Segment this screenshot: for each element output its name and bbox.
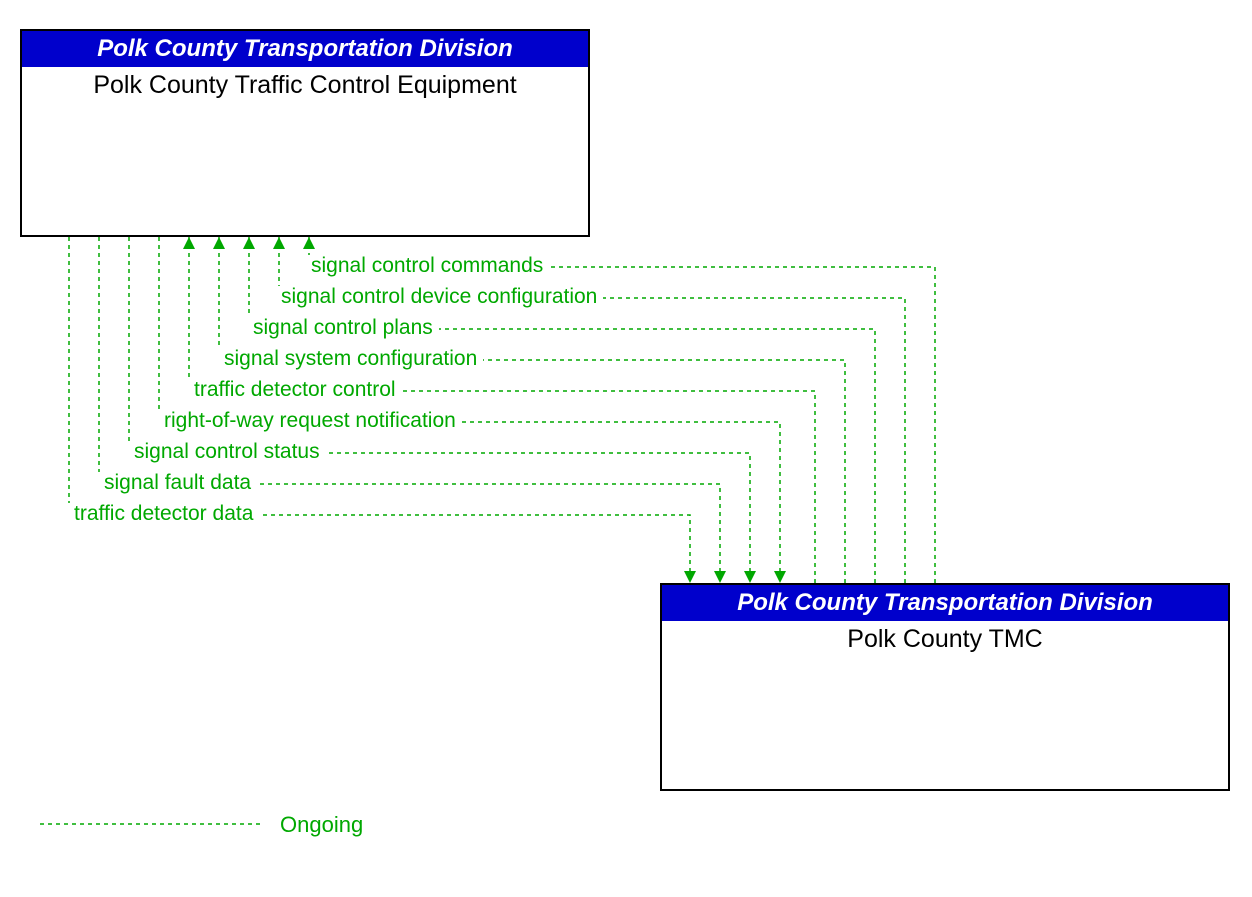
element-owner-label: Polk County Transportation Division <box>662 585 1228 621</box>
flow-label: traffic detector control <box>188 379 402 402</box>
flow-label: signal control device configuration <box>275 286 603 309</box>
element-title: Polk County TMC <box>662 621 1228 658</box>
flow-label: signal control status <box>128 441 326 464</box>
element-owner-label: Polk County Transportation Division <box>22 31 588 67</box>
flow-label: right-of-way request notification <box>158 410 462 433</box>
legend-ongoing-label: Ongoing <box>280 812 363 838</box>
diagram-canvas: Polk County Transportation Division Polk… <box>0 0 1252 897</box>
element-box-tmc: Polk County Transportation Division Polk… <box>660 583 1230 791</box>
flow-label: signal control commands <box>305 255 549 278</box>
flow-label: signal control plans <box>247 317 439 340</box>
flow-label: signal system configuration <box>218 348 483 371</box>
element-box-traffic-control-equipment: Polk County Transportation Division Polk… <box>20 29 590 237</box>
element-title: Polk County Traffic Control Equipment <box>22 67 588 104</box>
flow-label: traffic detector data <box>68 503 259 526</box>
flow-label: signal fault data <box>98 472 257 495</box>
